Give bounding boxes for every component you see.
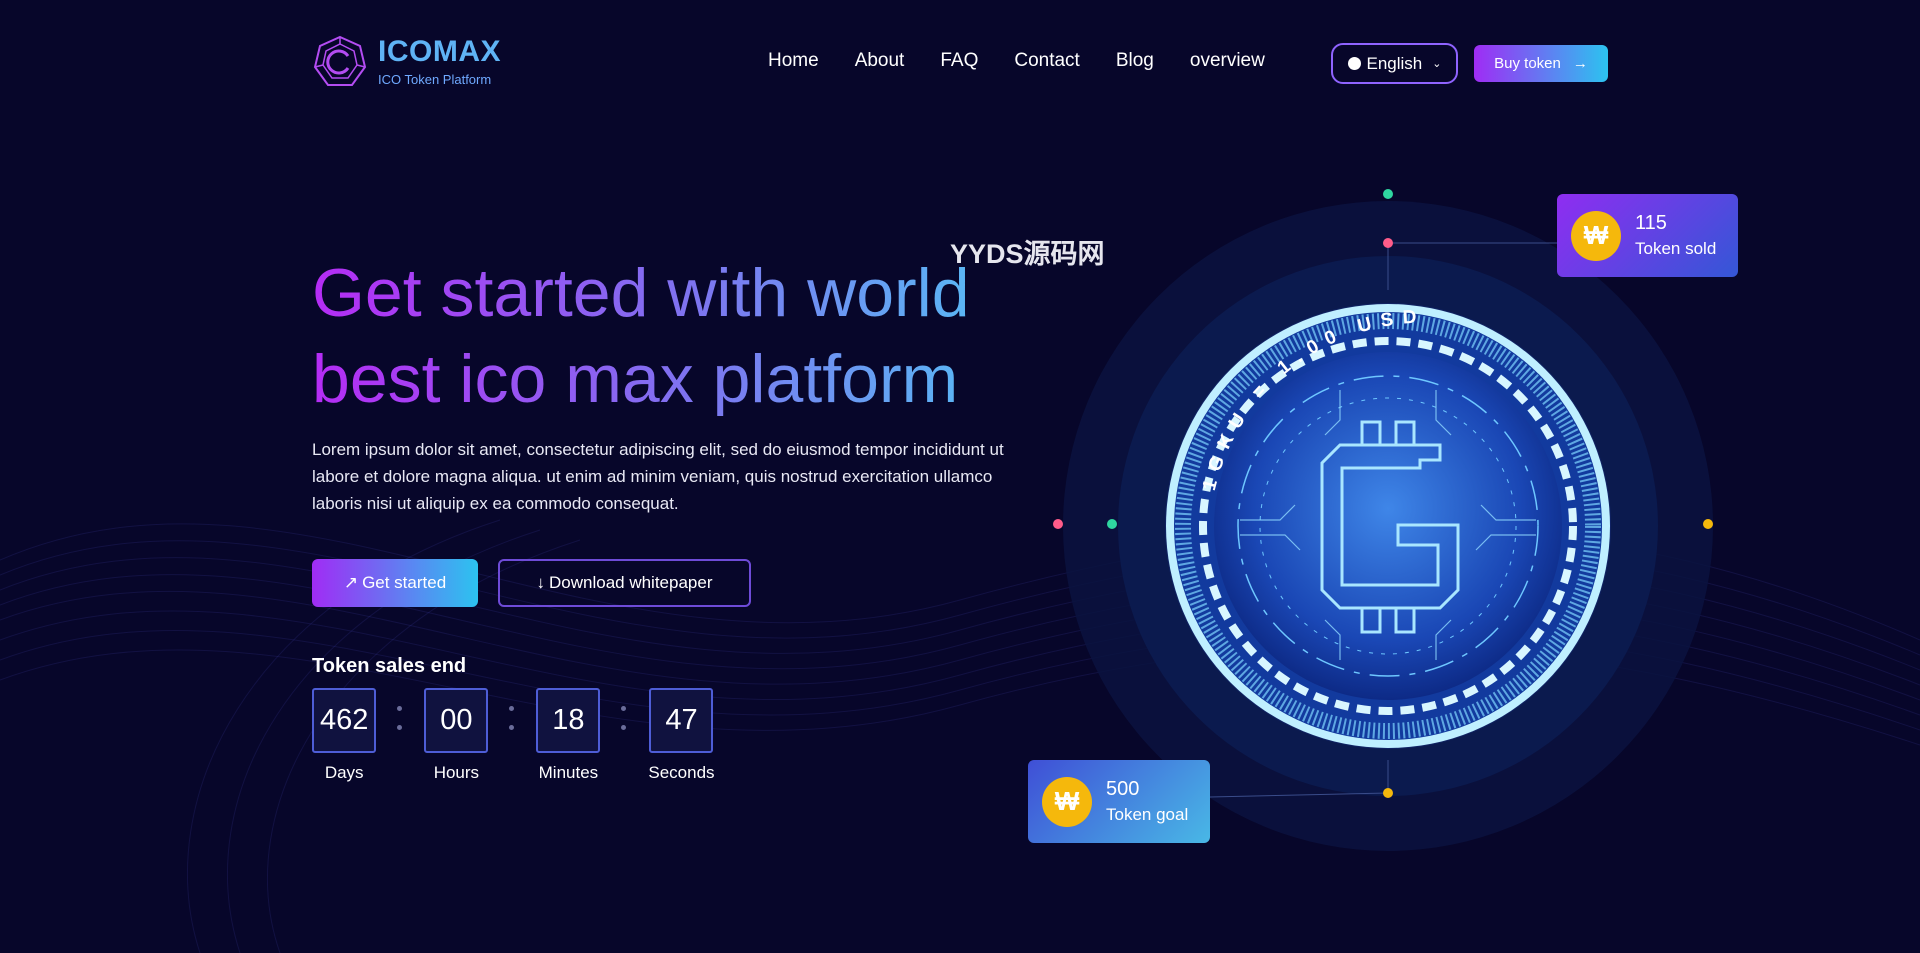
countdown-seconds: 47 Seconds bbox=[648, 688, 715, 783]
won-coin-icon: ₩ bbox=[1042, 776, 1092, 827]
won-coin-icon: ₩ bbox=[1571, 210, 1621, 261]
globe-icon bbox=[1347, 57, 1361, 70]
arrow-right-icon: → bbox=[1572, 55, 1588, 72]
countdown-days-label: Days bbox=[324, 763, 364, 782]
buy-token-label: Buy token bbox=[1494, 55, 1561, 72]
token-goal-label: Token goal bbox=[1106, 805, 1189, 824]
download-icon: ↓ bbox=[536, 573, 546, 592]
countdown-seconds-label: Seconds bbox=[648, 763, 715, 782]
countdown-hours-label: Hours bbox=[433, 763, 480, 782]
download-whitepaper-button[interactable]: ↓ Download whitepaper bbox=[498, 559, 751, 607]
countdown-separator bbox=[509, 706, 515, 730]
countdown-seconds-value: 47 bbox=[649, 688, 714, 753]
token-sold-value: 115 bbox=[1635, 212, 1667, 234]
token-goal-value: 500 bbox=[1106, 778, 1140, 800]
brand-logo[interactable]: ICOMAX ICO Token Platform bbox=[312, 34, 501, 90]
nav-blog[interactable]: Blog bbox=[1116, 50, 1154, 72]
coin-illustration: 1GKU = 1.00 USD bbox=[1053, 189, 1713, 851]
nav-faq[interactable]: FAQ bbox=[940, 50, 978, 72]
hero-title: Get started with world best ico max plat… bbox=[312, 250, 1012, 422]
countdown-hours: 00 Hours bbox=[424, 688, 515, 783]
nav-about[interactable]: About bbox=[855, 50, 905, 72]
language-selector[interactable]: English ⌄ bbox=[1331, 43, 1458, 84]
nav-overview[interactable]: overview bbox=[1190, 50, 1265, 72]
countdown-separator bbox=[621, 706, 627, 730]
hero-title-line-2: best ico max platform bbox=[312, 341, 959, 417]
countdown-minutes: 18 Minutes bbox=[536, 688, 627, 783]
token-sales-label: Token sales end bbox=[312, 655, 467, 677]
brand-tagline: ICO Token Platform bbox=[378, 72, 492, 87]
language-label: English bbox=[1366, 53, 1423, 73]
nav-contact[interactable]: Contact bbox=[1014, 50, 1079, 72]
download-whitepaper-label: Download whitepaper bbox=[549, 573, 713, 592]
nav-home[interactable]: Home bbox=[768, 50, 819, 72]
countdown-days: 462 Days bbox=[312, 688, 403, 783]
countdown-minutes-value: 18 bbox=[536, 688, 601, 753]
hero-description: Lorem ipsum dolor sit amet, consectetur … bbox=[312, 440, 1004, 513]
get-started-button[interactable]: ↗ Get started bbox=[312, 559, 478, 607]
hero-title-line-1: Get started with world bbox=[312, 255, 970, 331]
get-started-label: Get started bbox=[362, 573, 447, 592]
countdown-separator bbox=[397, 706, 403, 730]
main-nav: Home About FAQ Contact Blog overview bbox=[768, 50, 1265, 72]
countdown-days-value: 462 bbox=[312, 688, 377, 753]
buy-token-button[interactable]: Buy token → bbox=[1474, 45, 1608, 82]
countdown-hours-value: 00 bbox=[424, 688, 489, 753]
countdown: 462 Days 00 Hours 18 Minutes 47 Seconds bbox=[312, 688, 715, 783]
token-sold-label: Token sold bbox=[1635, 239, 1717, 258]
brand-name: ICOMAX bbox=[378, 35, 501, 68]
token-goal-card: ₩ 500 Token goal bbox=[1028, 760, 1210, 843]
arrow-up-right-icon: ↗ bbox=[343, 573, 359, 592]
token-sold-card: ₩ 115 Token sold bbox=[1557, 194, 1738, 277]
logo-icon bbox=[313, 35, 367, 86]
countdown-minutes-label: Minutes bbox=[538, 763, 599, 782]
chevron-down-icon: ⌄ bbox=[1432, 58, 1442, 70]
